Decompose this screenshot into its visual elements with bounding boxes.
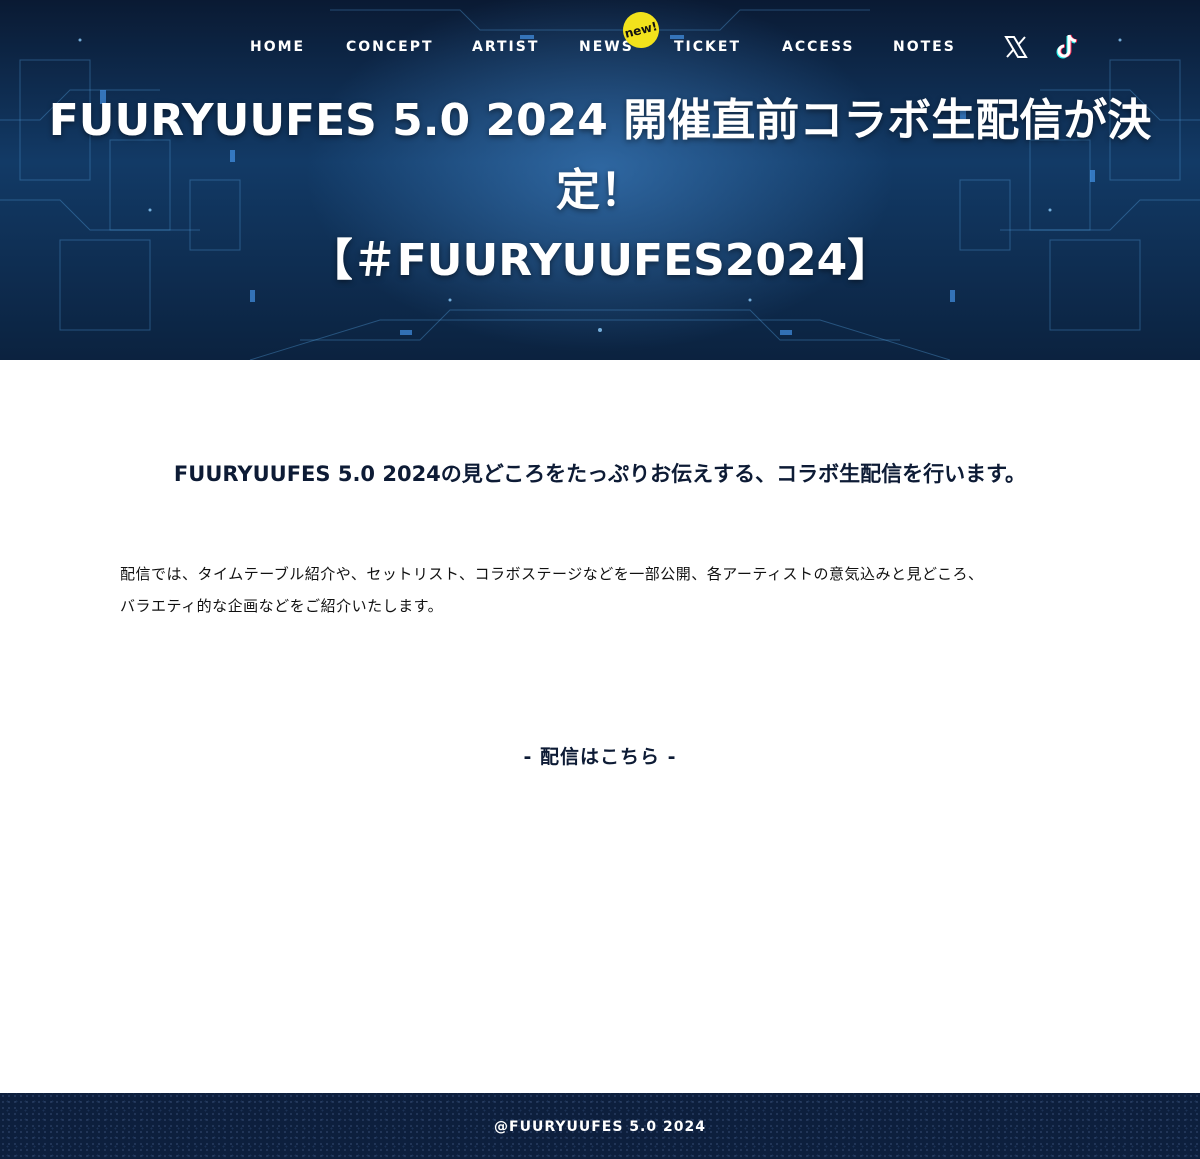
nav-home[interactable]: HOME <box>250 39 305 55</box>
page-title-line-1: FUURYUUFES 5.0 2024 開催直前コラボ生配信が決 <box>48 95 1152 146</box>
nav-notes[interactable]: NOTES <box>893 39 956 55</box>
nav-news[interactable]: NEWS <box>579 39 634 55</box>
page-title-line-2: 定！ <box>556 165 644 216</box>
stream-link[interactable]: - 配信はこちら - <box>0 742 1200 769</box>
page-title: FUURYUUFES 5.0 2024 開催直前コラボ生配信が決 定！ 【＃FU… <box>0 86 1200 296</box>
nav-artist[interactable]: ARTIST <box>472 39 539 55</box>
nav-access[interactable]: ACCESS <box>782 39 854 55</box>
footer-copyright: @FUURYUUFES 5.0 2024 <box>494 1119 706 1135</box>
lead-heading: FUURYUUFES 5.0 2024の見どころをたっぷりお伝えする、コラボ生配… <box>173 462 1027 486</box>
body-line-2: バラエティ的な企画などをご紹介いたします。 <box>120 597 444 615</box>
body-line-1: 配信では、タイムテーブル紹介や、セットリスト、コラボステージなどを一部公開、各ア… <box>120 565 984 583</box>
nav-ticket[interactable]: TICKET <box>674 39 741 55</box>
nav-concept[interactable]: CONCEPT <box>346 39 434 55</box>
footer: @FUURYUUFES 5.0 2024 <box>0 1093 1200 1159</box>
hero-header: HOME CONCEPT ARTIST NEWS TICKET ACCESS N… <box>0 0 1200 360</box>
page-title-line-3: 【＃FUURYUUFES2024】 <box>308 235 892 286</box>
x-icon[interactable] <box>1003 34 1029 60</box>
tiktok-icon[interactable] <box>1055 32 1081 60</box>
body-text: 配信では、タイムテーブル紹介や、セットリスト、コラボステージなどを一部公開、各ア… <box>120 558 1080 622</box>
